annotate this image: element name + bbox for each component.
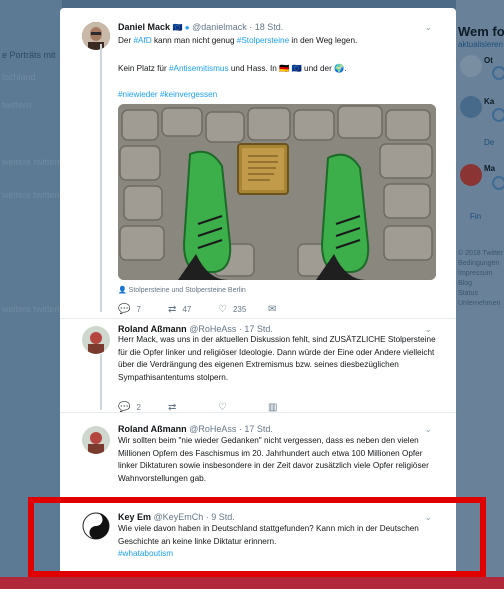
avatar[interactable] [82, 426, 110, 454]
bg-fragment: weitere twittern [2, 190, 63, 200]
tweet-actions: 💬 7 ⇄ 47 ♡ 235 ✉ [118, 304, 318, 315]
hashtag-link[interactable]: #AfD [133, 36, 151, 45]
like-button[interactable]: ♡ 235 [218, 304, 268, 315]
tweet-header: Roland Aßmann @RoHeAss · 17 Std. [118, 424, 273, 434]
tweet-text: Kein Platz für #Antisemitismus und Hass.… [118, 64, 347, 73]
reply-button[interactable]: 💬 7 [118, 304, 168, 315]
bg-item: Fin [470, 212, 482, 221]
retweet-button[interactable]: ⇄ 47 [168, 304, 218, 315]
avatar[interactable] [82, 22, 110, 50]
footer-text: Status [458, 290, 478, 297]
message-button[interactable]: ✉ [268, 304, 318, 315]
reply-icon: 💬 [118, 304, 131, 315]
handle[interactable]: @RoHeAss · 17 Std. [189, 324, 273, 334]
bottom-bar [0, 577, 504, 589]
heart-icon: ♡ [218, 304, 227, 315]
tweet-header: Daniel Mack 🇪🇺 ● @danielmack · 18 Std. [118, 22, 283, 32]
bg-item: Ka [484, 97, 495, 106]
bg-fragment: e Porträts mit [2, 50, 56, 60]
thread-connector [100, 44, 102, 312]
tweet-daniel-mack[interactable]: Daniel Mack 🇪🇺 ● @danielmack · 18 Std. ⌄… [60, 8, 456, 315]
tweet-photo[interactable] [118, 104, 436, 280]
bg-item: Ma [484, 164, 496, 173]
tweet-roland-assmann-2[interactable]: Roland Aßmann @RoHeAss · 17 Std. ⌄ Wir s… [60, 414, 456, 498]
footer-text: Unternehmen [458, 300, 501, 307]
who-to-follow-title: Wem fol [458, 24, 504, 39]
thread-connector [100, 354, 102, 410]
portrait-icon [82, 426, 110, 454]
follow-button [492, 108, 504, 122]
follow-button [492, 176, 504, 190]
avatar[interactable] [82, 326, 110, 354]
bg-fragment: tschland [2, 72, 36, 82]
tweet-text: Wir sollten beim "nie wieder Gedanken" n… [118, 436, 429, 483]
stolperstein-shoes-photo [118, 104, 436, 280]
display-name[interactable]: Daniel Mack [118, 22, 170, 32]
hashtags-line[interactable]: #niewieder #keinvergessen [118, 89, 436, 102]
verified-badge-icon: 🇪🇺 ● [172, 23, 190, 32]
refresh-link: aktualisieren [458, 40, 503, 49]
display-name[interactable]: Roland Aßmann [118, 424, 187, 434]
divider [60, 318, 456, 319]
follow-button [492, 66, 504, 80]
person-icon: 👤 [118, 287, 129, 294]
avatar [460, 96, 482, 118]
display-name[interactable]: Roland Aßmann [118, 324, 187, 334]
tweet-text: Der #AfD kann man nicht genug #Stolperst… [118, 36, 358, 45]
photo-caption[interactable]: 👤 Stolpersteine und Stolpersteine Berlin [118, 286, 246, 294]
bg-fragment: weitere twittern [2, 304, 63, 314]
avatar [460, 55, 482, 77]
tweet-header: Roland Aßmann @RoHeAss · 17 Std. [118, 324, 273, 334]
portrait-icon [82, 22, 110, 50]
footer-text: Bedingungen [458, 260, 500, 267]
hashtag-link[interactable]: #Stolpersteine [237, 36, 289, 45]
tweet-text: Herr Mack, was uns in der aktuellen Disk… [118, 335, 436, 382]
handle[interactable]: @RoHeAss · 17 Std. [189, 424, 273, 434]
tweet-roland-assmann-1[interactable]: Roland Aßmann @RoHeAss · 17 Std. ⌄ Herr … [60, 320, 456, 413]
bg-fragment: twittern [2, 100, 32, 110]
footer-text: Blog [458, 280, 473, 287]
avatar [460, 164, 482, 186]
handle[interactable]: @danielmack · 18 Std. [192, 22, 283, 32]
footer-text: Impressum [458, 270, 493, 277]
highlight-box [28, 497, 486, 577]
divider [60, 412, 456, 413]
envelope-icon: ✉ [268, 304, 277, 315]
portrait-icon [82, 326, 110, 354]
hashtag-link[interactable]: #Antisemitismus [169, 64, 229, 73]
chevron-down-icon[interactable]: ⌄ [424, 424, 432, 435]
bg-fragment: weitere twittern [2, 157, 63, 167]
footer-text: © 2018 Twitter [458, 250, 504, 257]
retweet-icon: ⇄ [168, 304, 177, 315]
chevron-down-icon[interactable]: ⌄ [424, 22, 432, 33]
bg-item: De [484, 138, 495, 147]
bg-item: Ot [484, 56, 493, 65]
